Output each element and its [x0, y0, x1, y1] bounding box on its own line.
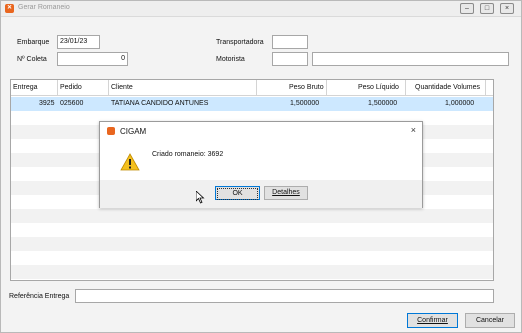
embarque-label: Embarque: [17, 39, 50, 46]
col-peso-liquido[interactable]: Peso Líquido: [358, 84, 399, 91]
maximize-icon[interactable]: □: [480, 3, 494, 14]
dialog-message: Criado romaneio: 3692: [152, 151, 224, 158]
coleta-field[interactable]: 0: [57, 52, 128, 66]
title-bar: ✕ Gerar Romaneio – □ ×: [1, 1, 521, 17]
motorista-name-field[interactable]: [312, 52, 509, 66]
dialog-title: CIGAM: [120, 127, 147, 136]
cell-quantidade-volumes: 1,000000: [445, 100, 475, 107]
cell-pedido: 025600: [60, 100, 84, 107]
confirmar-label: Confirmar: [417, 317, 448, 324]
cell-peso-liquido: 1,500000: [368, 100, 398, 107]
cigam-logo-icon: [107, 127, 115, 135]
ok-label: OK: [217, 188, 258, 200]
referencia-label: Referência Entrega: [9, 293, 70, 300]
motorista-label: Motorista: [216, 56, 245, 63]
transportadora-label: Transportadora: [216, 39, 264, 46]
warning-icon: [120, 153, 140, 173]
cell-entrega: 3925: [39, 100, 55, 107]
cigam-logo-icon: ✕: [5, 4, 14, 13]
col-cliente[interactable]: Cliente: [111, 84, 133, 91]
motorista-code-field[interactable]: [272, 52, 308, 66]
col-quantidade-volumes[interactable]: Quantidade Volumes: [415, 84, 480, 91]
detalhes-label: Detalhes: [272, 189, 300, 196]
empty-row: [11, 237, 493, 251]
detalhes-button[interactable]: Detalhes: [264, 186, 308, 200]
cell-cliente: TATIANA CANDIDO ANTUNES: [111, 100, 209, 107]
col-entrega[interactable]: Entrega: [13, 84, 38, 91]
minimize-icon[interactable]: –: [460, 3, 474, 14]
coleta-label: Nº Coleta: [17, 56, 47, 63]
ok-button[interactable]: OK: [215, 186, 260, 200]
dialog-title-bar: CIGAM ×: [100, 122, 422, 140]
referencia-field[interactable]: [75, 289, 494, 303]
col-pedido[interactable]: Pedido: [60, 84, 82, 91]
cigam-dialog: CIGAM × Criado romaneio: 3692 OK Detalhe…: [99, 121, 423, 208]
close-icon[interactable]: ×: [500, 3, 514, 14]
cell-peso-bruto: 1,500000: [290, 100, 320, 107]
empty-row: [11, 209, 493, 223]
dialog-footer: OK Detalhes: [100, 180, 422, 208]
close-icon[interactable]: ×: [411, 125, 416, 135]
window-title: Gerar Romaneio: [18, 4, 70, 11]
empty-row: [11, 265, 493, 279]
grid-header: Entrega Pedido Cliente Peso Bruto Peso L…: [11, 80, 493, 96]
embarque-date-field[interactable]: 23/01/23: [57, 35, 100, 49]
table-row[interactable]: 3925 025600 TATIANA CANDIDO ANTUNES 1,50…: [11, 97, 493, 111]
col-peso-bruto[interactable]: Peso Bruto: [289, 84, 324, 91]
cancelar-button[interactable]: Cancelar: [465, 313, 515, 328]
transportadora-field[interactable]: [272, 35, 308, 49]
cancelar-label: Cancelar: [475, 317, 504, 324]
confirmar-button[interactable]: Confirmar: [407, 313, 458, 328]
mouse-cursor-icon: [195, 190, 205, 206]
